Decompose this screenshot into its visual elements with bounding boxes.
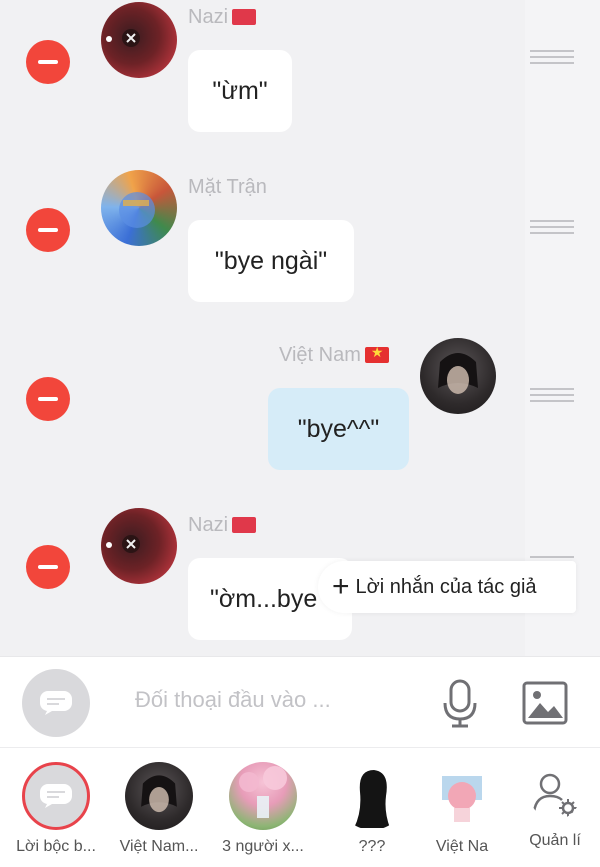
chat-bubble-icon — [40, 784, 72, 808]
narrator-avatar — [22, 762, 90, 830]
user-settings-icon — [532, 773, 577, 817]
delete-message-button[interactable] — [26, 545, 70, 589]
tab-label: Việt Na — [435, 838, 489, 855]
delete-message-button[interactable] — [26, 377, 70, 421]
message-bubble[interactable]: "bye ngài" — [188, 220, 354, 302]
avatar-mat-tran[interactable] — [101, 170, 177, 246]
delete-message-button[interactable] — [26, 40, 70, 84]
microphone-icon[interactable] — [440, 679, 480, 729]
avatar — [229, 762, 297, 830]
tab-label: Việt Nam... — [119, 838, 199, 855]
plus-icon: + — [332, 570, 350, 603]
tab-unknown[interactable]: ??? — [327, 762, 417, 856]
flag-icon — [232, 9, 257, 25]
drag-handle-icon[interactable] — [530, 50, 574, 66]
author-note-button[interactable]: + Lời nhắn của tác giả — [318, 561, 576, 613]
avatar — [428, 762, 496, 830]
avatar-nazi-art — [106, 29, 140, 47]
silhouette-icon — [354, 770, 390, 828]
tab-manage[interactable]: Quản lí — [510, 762, 600, 850]
avatar-mat-tran-art — [119, 192, 155, 228]
chat-area: Nazi "ừm" Mặt Trận "bye ngài" Việt Nam "… — [0, 0, 600, 656]
avatar-viet-nam[interactable] — [420, 338, 496, 414]
sender-name: Việt Nam — [279, 344, 389, 367]
avatar-nazi[interactable] — [101, 508, 177, 584]
drag-handle-icon[interactable] — [530, 388, 574, 404]
tab-viet-nam[interactable]: Việt Nam... — [114, 762, 204, 856]
tab-three-people[interactable]: 3 người x... — [218, 762, 308, 856]
dialogue-input[interactable]: Đối thoại đầu vào ... — [135, 687, 331, 713]
tab-label: 3 người x... — [222, 838, 304, 855]
avatar-nazi[interactable] — [101, 2, 177, 78]
input-bar: Đối thoại đầu vào ... — [0, 656, 600, 748]
manage-icon-wrap — [530, 770, 580, 820]
sender-name: Mặt Trận — [188, 176, 267, 198]
sender-name: Nazi — [188, 514, 257, 537]
character-bar: Lời bộc b... Việt Nam... 3 người x... ??… — [0, 748, 600, 867]
drag-handle-icon[interactable] — [530, 220, 574, 236]
avatar-chibi-art — [442, 776, 482, 822]
avatar-nazi-art — [106, 535, 140, 553]
message-bubble[interactable]: "bye^^" — [268, 388, 409, 470]
flag-icon — [364, 344, 389, 363]
message-bubble[interactable]: "ừm" — [188, 50, 292, 132]
tab-narrator[interactable]: Lời bộc b... — [11, 762, 101, 856]
avatar-viet-nam-art — [141, 775, 177, 813]
delete-message-button[interactable] — [26, 208, 70, 252]
avatar — [125, 762, 193, 830]
avatar-viet-nam-art — [438, 353, 478, 394]
tab-label: Quản lí — [529, 832, 581, 849]
author-note-label: Lời nhắn của tác giả — [355, 575, 537, 598]
tab-viet-nam-2[interactable]: Việt Na — [417, 762, 507, 856]
avatar — [338, 762, 406, 830]
flag-icon — [232, 517, 257, 533]
tab-label: ??? — [358, 838, 386, 855]
tab-label: Lời bộc b... — [16, 838, 96, 855]
chat-bubble-icon — [40, 691, 72, 715]
image-icon[interactable] — [522, 681, 568, 725]
sender-name: Nazi — [188, 6, 257, 29]
cherry-blossom-art — [239, 766, 287, 818]
dialogue-mode-button[interactable] — [22, 669, 90, 737]
